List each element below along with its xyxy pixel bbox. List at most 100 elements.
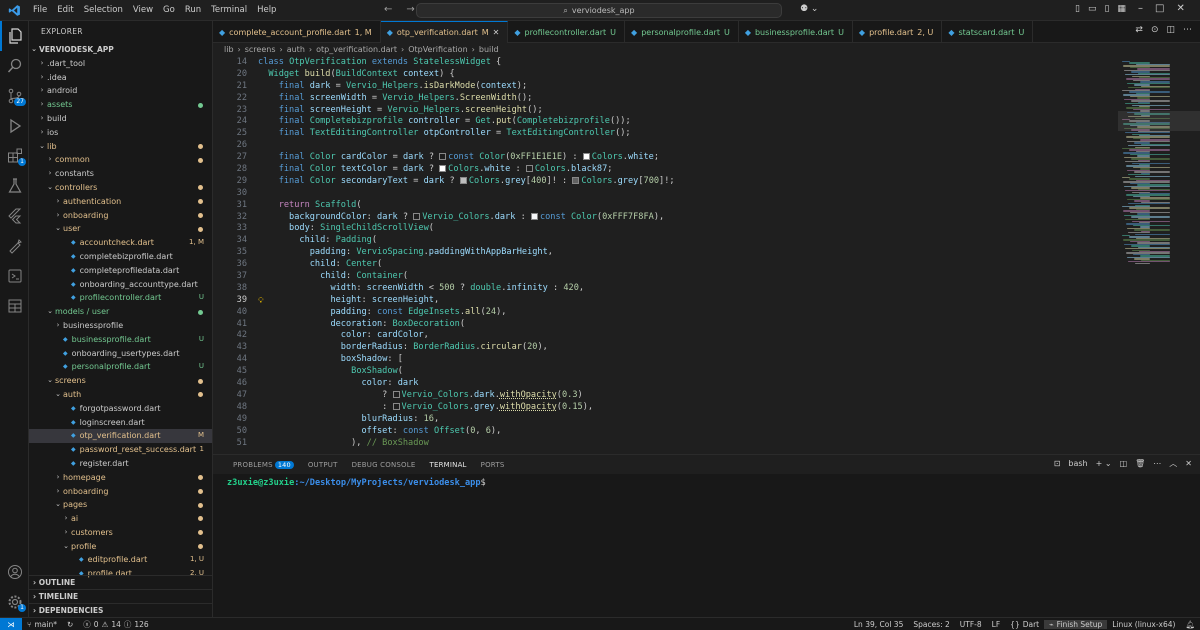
folder-item[interactable]: › assets (29, 98, 212, 112)
folder-item[interactable]: ⌄ models / user (29, 305, 212, 319)
code-line[interactable]: 22 final screenWidth = Vervio_Helpers.Sc… (213, 93, 1118, 105)
breadcrumb-item[interactable]: build (479, 43, 499, 57)
folder-item[interactable]: ⌄ user (29, 222, 212, 236)
file-item[interactable]: ◆ completebizprofile.dart (29, 250, 212, 264)
folder-item[interactable]: › ios (29, 126, 212, 140)
file-item[interactable]: ◆ editprofile.dart 1, U (29, 553, 212, 567)
menu-file[interactable]: File (28, 5, 52, 15)
folder-item[interactable]: › .idea (29, 71, 212, 85)
code-line[interactable]: 49 blurRadius: 16, (213, 414, 1118, 426)
more-actions-icon[interactable]: ⋯ (1183, 25, 1192, 35)
file-item[interactable]: ◆ forgotpassword.dart (29, 402, 212, 416)
database-icon[interactable] (0, 291, 29, 321)
panel-tab-output[interactable]: OUTPUT (301, 455, 345, 475)
encoding[interactable]: UTF-8 (955, 620, 987, 629)
extensions-icon[interactable]: 1 (0, 141, 29, 171)
finish-setup-button[interactable]: ⌁ Finish Setup (1044, 620, 1108, 629)
indentation[interactable]: Spaces: 2 (908, 620, 954, 629)
remote-indicator-icon[interactable]: ⋊ (0, 617, 22, 630)
file-item[interactable]: ◆ onboarding_accounttype.dart (29, 278, 212, 292)
dependencies-section[interactable]: › DEPENDENCIES (29, 603, 212, 617)
file-item[interactable]: ◆ profilecontroller.dart U (29, 291, 212, 305)
kill-terminal-icon[interactable]: 🗑 (1135, 459, 1145, 468)
code-line[interactable]: 44 boxShadow: [ (213, 354, 1118, 366)
folder-item[interactable]: ⌄ controllers (29, 181, 212, 195)
remote-explorer-icon[interactable] (0, 261, 29, 291)
minimap[interactable] (1118, 57, 1200, 453)
more-actions-icon[interactable]: ⋯ (1153, 459, 1161, 468)
search-view-icon[interactable] (0, 51, 29, 81)
minimize-icon[interactable]: – (1138, 3, 1143, 14)
lightbulb-icon[interactable]: 💡︎ (258, 295, 264, 307)
breadcrumb-item[interactable]: otp_verification.dart (316, 43, 397, 57)
minimap-slider[interactable] (1118, 111, 1200, 131)
code-line[interactable]: 51 ), // BoxShadow (213, 438, 1118, 450)
code-line[interactable]: 24 final Completebizprofile controller =… (213, 116, 1118, 128)
editor-tab[interactable]: ◆ businessprofile.dart U (739, 21, 853, 43)
pen-tool-icon[interactable] (0, 231, 29, 261)
editor-tab[interactable]: ◆ personalprofile.dart U (625, 21, 739, 43)
compare-icon[interactable]: ⊙ (1151, 25, 1159, 35)
toggle-primary-sidebar-icon[interactable]: ▯ (1075, 4, 1080, 14)
folder-item[interactable]: ⌄ pages (29, 498, 212, 512)
code-line[interactable]: 46 color: dark (213, 378, 1118, 390)
code-line[interactable]: 34 child: Padding( (213, 235, 1118, 247)
breadcrumb-item[interactable]: OtpVerification (408, 43, 467, 57)
code-line[interactable]: 20 Widget build(BuildContext context) { (213, 68, 1118, 81)
problems-indicator[interactable]: ⓧ 0 ⚠ 14 ⓘ 126 (78, 619, 153, 630)
menu-run[interactable]: Run (180, 5, 206, 15)
editor-tab[interactable]: ◆ profilecontroller.dart U (508, 21, 626, 43)
breadcrumb-item[interactable]: screens (245, 43, 276, 57)
menu-edit[interactable]: Edit (52, 5, 78, 15)
timeline-section[interactable]: › TIMELINE (29, 589, 212, 603)
customize-layout-icon[interactable]: ▦ (1117, 4, 1126, 14)
end-of-line[interactable]: LF (987, 620, 1006, 629)
code-line[interactable]: 35 padding: VervioSpacing.paddingWithApp… (213, 247, 1118, 259)
code-line[interactable]: 31 return Scaffold( (213, 200, 1118, 212)
code-line[interactable]: 45 BoxShadow( (213, 366, 1118, 378)
file-item[interactable]: ◆ password_reset_success.dart 1 (29, 443, 212, 457)
platform-indicator[interactable]: Linux (linux-x64) (1107, 620, 1180, 629)
command-center-search[interactable]: ⌕ verviodesk_app (416, 3, 782, 18)
copilot-icon[interactable]: ⚉ ⌄ (800, 4, 818, 14)
menu-help[interactable]: Help (252, 5, 281, 15)
maximize-icon[interactable]: □ (1155, 3, 1164, 14)
close-icon[interactable]: ✕ (1176, 3, 1184, 14)
code-line[interactable]: 41 decoration: BoxDecoration( (213, 319, 1118, 331)
terminal-icon[interactable]: ⊡ (1054, 459, 1061, 468)
sync-icon[interactable]: ↻ (62, 620, 78, 629)
folder-item[interactable]: › businessprofile (29, 319, 212, 333)
split-editor-icon[interactable]: ◫ (1166, 25, 1175, 35)
workspace-root[interactable]: ⌄ VERVIODESK_APP (29, 43, 212, 57)
code-line[interactable]: 27 final Color cardColor = dark ? const … (213, 152, 1118, 164)
language-mode[interactable]: {} Dart (1005, 620, 1044, 629)
outline-section[interactable]: › OUTLINE (29, 575, 212, 589)
folder-item[interactable]: › onboarding (29, 485, 212, 499)
editor-tab[interactable]: ◆ statscard.dart U (942, 21, 1034, 43)
code-line[interactable]: 26 (213, 140, 1118, 152)
code-line[interactable]: 30 (213, 188, 1118, 200)
accounts-icon[interactable] (0, 557, 29, 587)
manage-gear-icon[interactable]: 1 (0, 587, 29, 617)
code-line[interactable]: 14 class OtpVerification extends Stateles… (213, 57, 1118, 69)
folder-item[interactable]: › build (29, 112, 212, 126)
code-line[interactable]: 25 final TextEditingController otpContro… (213, 128, 1118, 140)
toggle-secondary-sidebar-icon[interactable]: ▯ (1104, 4, 1109, 14)
breadcrumb-item[interactable]: lib (224, 43, 234, 57)
folder-item[interactable]: ⌄ auth (29, 388, 212, 402)
file-item[interactable]: ◆ personalprofile.dart U (29, 360, 212, 374)
file-item[interactable]: ◆ businessprofile.dart U (29, 333, 212, 347)
code-line[interactable]: 43 borderRadius: BorderRadius.circular(2… (213, 342, 1118, 354)
code-line[interactable]: 28 final Color textColor = dark ? Colors… (213, 164, 1118, 176)
terminal[interactable]: z3uxie@z3uxie:~/Desktop/MyProjects/vervi… (213, 474, 1200, 617)
file-item[interactable]: ◆ onboarding_usertypes.dart (29, 347, 212, 361)
folder-item[interactable]: › common (29, 153, 212, 167)
menu-go[interactable]: Go (158, 5, 180, 15)
split-terminal-icon[interactable]: ◫ (1120, 459, 1128, 468)
explorer-icon[interactable] (0, 21, 29, 51)
file-item[interactable]: ◆ otp_verification.dart M (29, 429, 212, 444)
panel-tab-problems[interactable]: PROBLEMS 140 (226, 455, 301, 475)
code-line[interactable]: 23 final screenHeight = Vervio_Helpers.s… (213, 105, 1118, 117)
code-line[interactable]: 37 child: Container( (213, 271, 1118, 283)
close-panel-icon[interactable]: ✕ (1185, 459, 1192, 468)
